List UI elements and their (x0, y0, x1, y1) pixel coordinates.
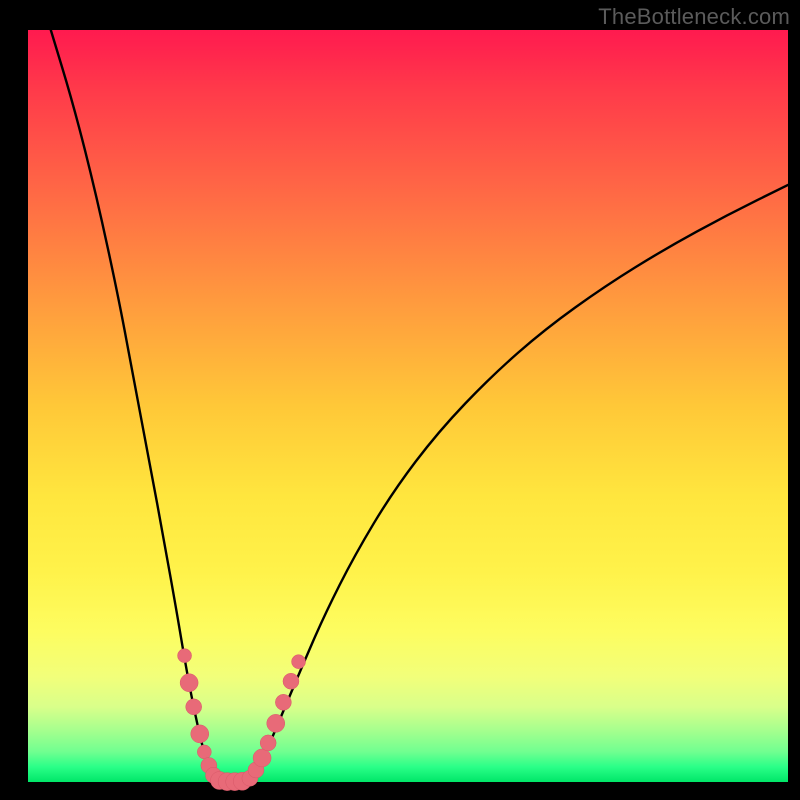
highlight-dot (283, 673, 299, 689)
highlight-dot (260, 735, 276, 751)
highlight-dot (191, 725, 209, 743)
highlight-dot (275, 694, 291, 710)
highlight-dot (292, 655, 306, 669)
bottleneck-curve (51, 30, 788, 782)
chart-svg (0, 0, 800, 800)
highlight-dot (178, 649, 192, 663)
highlight-dot (197, 745, 211, 759)
highlight-dot (180, 674, 198, 692)
frame: TheBottleneck.com (0, 0, 800, 800)
highlight-dot (186, 699, 202, 715)
highlight-dot (253, 749, 271, 767)
highlight-dot (267, 714, 285, 732)
